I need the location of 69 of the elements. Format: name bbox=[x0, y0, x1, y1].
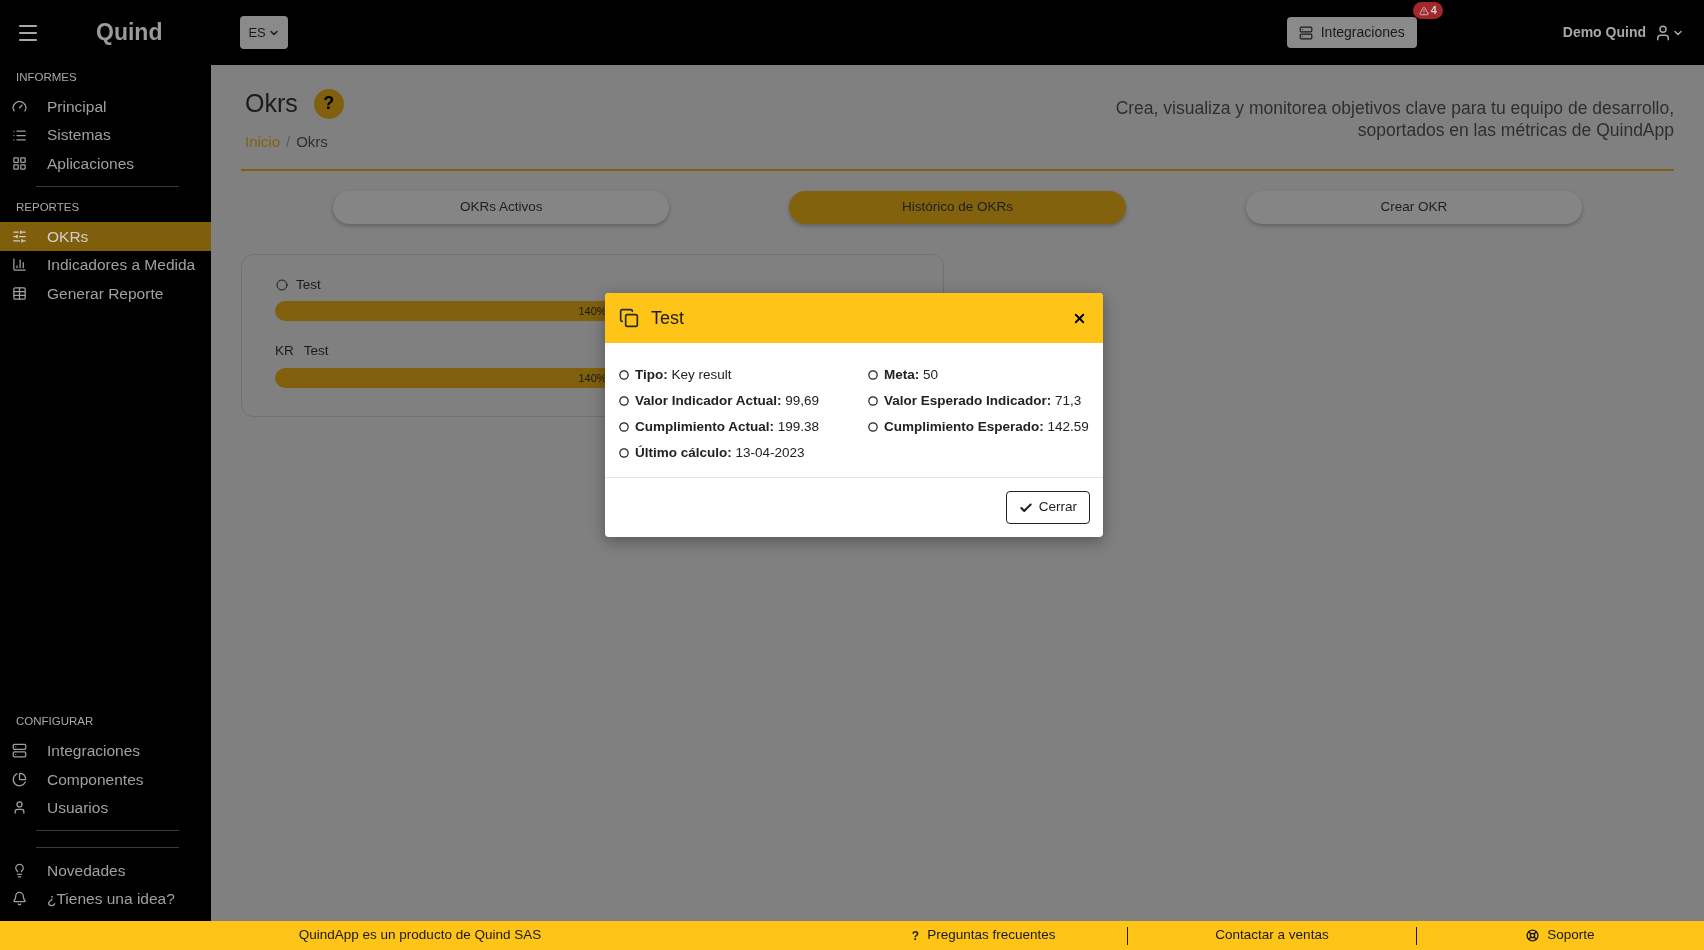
user-name[interactable]: Demo Quind bbox=[1562, 22, 1646, 43]
breadcrumb-separator: / bbox=[286, 131, 291, 152]
sidebar-item[interactable]: Principal bbox=[0, 92, 211, 121]
detail-text: Tipo: Key result bbox=[635, 365, 732, 384]
page-description: soportados en las métricas de QuindApp bbox=[1357, 119, 1674, 141]
bell-icon bbox=[12, 891, 27, 907]
footer-link[interactable]: Contactar a ventas bbox=[1128, 925, 1416, 946]
bar-chart-icon bbox=[12, 257, 27, 273]
sidebar-item[interactable]: Generar Reporte bbox=[0, 279, 211, 308]
circle-icon bbox=[619, 448, 629, 458]
user-icon bbox=[12, 800, 27, 816]
sidebar-item[interactable]: ¿Tienes una idea? bbox=[0, 884, 211, 913]
detail-text: Meta: 50 bbox=[884, 365, 939, 384]
kr-label: KR bbox=[275, 342, 294, 361]
sidebar-section-title: INFORMES bbox=[15, 70, 78, 85]
page-description: Crea, visualiza y monitorea objetivos clave para tu equipo de desarrollo, bbox=[1115, 97, 1674, 119]
circle-icon bbox=[868, 396, 878, 406]
sidebar-item[interactable]: Indicadores a Medida bbox=[0, 250, 211, 279]
dialog-title: Test bbox=[651, 306, 684, 330]
sidebar-item[interactable]: Sistemas bbox=[0, 120, 211, 150]
footer-credit: QuindApp es un producto de Quind SAS bbox=[297, 926, 543, 945]
gauge-icon bbox=[12, 99, 27, 114]
sidebar-item[interactable]: OKRs bbox=[0, 222, 211, 251]
detail-text: Cumplimiento Actual: 199.38 bbox=[635, 417, 820, 436]
circle-icon bbox=[619, 422, 629, 432]
sidebar-item[interactable]: Usuarios bbox=[0, 793, 211, 822]
server-icon bbox=[12, 743, 27, 759]
tab[interactable]: OKRs Activos bbox=[333, 191, 670, 224]
detail-text: Cumplimiento Esperado: 142.59 bbox=[884, 417, 1089, 436]
circle-icon bbox=[868, 422, 878, 432]
check-icon bbox=[1018, 500, 1033, 515]
list-icon bbox=[12, 127, 27, 143]
okr-title: Test bbox=[296, 276, 321, 294]
warning-icon bbox=[1418, 5, 1429, 16]
pie-chart-icon bbox=[12, 771, 27, 787]
question-icon: ? bbox=[911, 926, 920, 945]
footer-link[interactable]: ? Preguntas frecuentes bbox=[840, 925, 1128, 946]
breadcrumb-current: Okrs bbox=[296, 131, 328, 152]
integrations-button[interactable]: Integraciones bbox=[1286, 17, 1417, 48]
sidebar-section-title: CONFIGURAR bbox=[15, 714, 95, 730]
close-dialog-button[interactable]: Cerrar bbox=[1005, 491, 1090, 524]
footer-link[interactable]: Soporte bbox=[1416, 925, 1704, 946]
page-title: Okrs bbox=[245, 88, 298, 119]
circle-icon bbox=[868, 370, 878, 380]
lightbulb-icon bbox=[12, 862, 27, 878]
language-dropdown[interactable]: ES bbox=[240, 16, 288, 49]
server-icon bbox=[1298, 25, 1313, 40]
user-icon[interactable] bbox=[1654, 23, 1672, 42]
sliders-icon bbox=[12, 228, 27, 244]
okr-title: Test bbox=[303, 342, 329, 361]
sidebar-item[interactable]: Novedades bbox=[0, 856, 211, 885]
copy-icon bbox=[619, 308, 639, 328]
sidebar-item[interactable]: Integraciones bbox=[0, 736, 211, 765]
tab[interactable]: Crear OKR bbox=[1245, 191, 1582, 224]
help-button[interactable]: ? bbox=[313, 88, 344, 119]
circle-icon bbox=[276, 279, 288, 292]
detail-text: Valor Indicador Actual: 99,69 bbox=[635, 391, 820, 410]
table-icon bbox=[12, 285, 27, 301]
sidebar-item[interactable]: Aplicaciones bbox=[0, 149, 211, 178]
alert-badge: 4 bbox=[1412, 2, 1443, 19]
detail-text: Último cálculo: 13-04-2023 bbox=[635, 443, 805, 462]
sidebar-section-title: REPORTES bbox=[15, 199, 81, 215]
lifebuoy-icon bbox=[1526, 929, 1540, 942]
logo: Quind bbox=[96, 18, 163, 48]
detail-text: Valor Esperado Indicador: 71,3 bbox=[884, 391, 1082, 410]
grid-icon bbox=[12, 156, 27, 171]
circle-icon bbox=[619, 396, 629, 406]
circle-icon bbox=[619, 370, 629, 380]
sidebar-item[interactable]: Componentes bbox=[0, 765, 211, 794]
